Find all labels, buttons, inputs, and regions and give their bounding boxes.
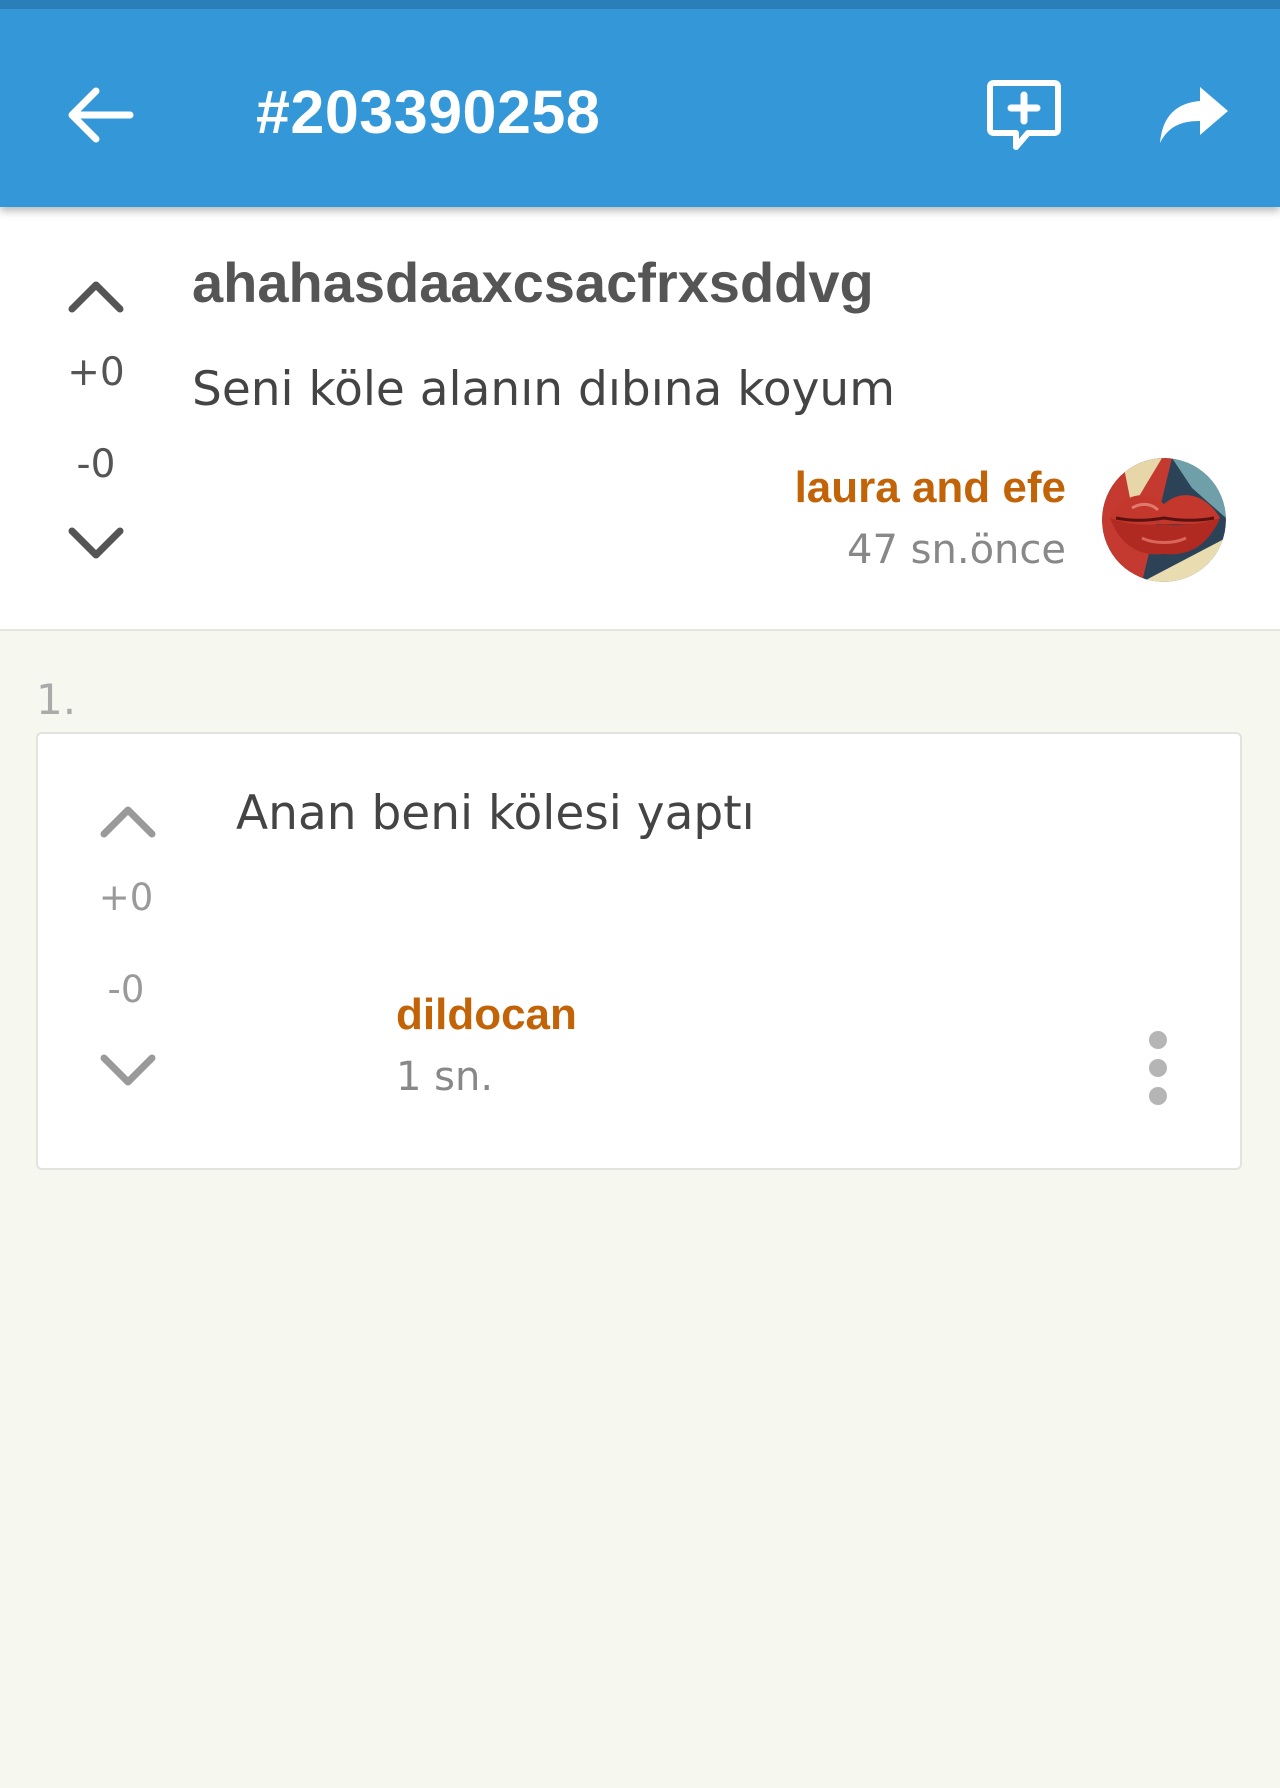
- downvote-chevron-down-icon[interactable]: [98, 1052, 158, 1096]
- entry-id-title: #203390258: [256, 78, 601, 146]
- arrow-left-icon[interactable]: [60, 75, 140, 155]
- comment-add-icon[interactable]: [984, 75, 1064, 155]
- upvote-count: +0: [98, 876, 154, 919]
- comment-index: 1.: [36, 675, 77, 724]
- more-vertical-icon[interactable]: [1134, 1026, 1182, 1110]
- comment-text: Anan beni kölesi yaptı: [236, 786, 755, 841]
- downvote-count: -0: [107, 968, 145, 1011]
- app-bar: #203390258: [0, 0, 1280, 207]
- comment-author[interactable]: dildocan: [396, 990, 577, 1040]
- entry-text: Seni köle alanın dıbına koyum: [192, 362, 895, 417]
- entry-author[interactable]: laura and efe: [795, 463, 1066, 513]
- upvote-chevron-up-icon[interactable]: [98, 800, 158, 844]
- share-icon[interactable]: [1156, 81, 1232, 149]
- upvote-chevron-up-icon[interactable]: [66, 275, 126, 319]
- upvote-count: +0: [67, 350, 125, 395]
- topic-title[interactable]: ahahasdaaxcsacfrxsddvg: [192, 250, 874, 315]
- comment-card: +0 -0 Anan beni kölesi yaptı dildocan 1 …: [36, 732, 1242, 1170]
- entry-timestamp: 47 sn.önce: [847, 527, 1066, 573]
- downvote-chevron-down-icon[interactable]: [66, 525, 126, 569]
- avatar[interactable]: [1102, 458, 1226, 582]
- comment-timestamp: 1 sn.: [396, 1054, 494, 1100]
- downvote-count: -0: [76, 442, 116, 487]
- entry-card: +0 -0 ahahasdaaxcsacfrxsddvg Seni köle a…: [0, 207, 1280, 631]
